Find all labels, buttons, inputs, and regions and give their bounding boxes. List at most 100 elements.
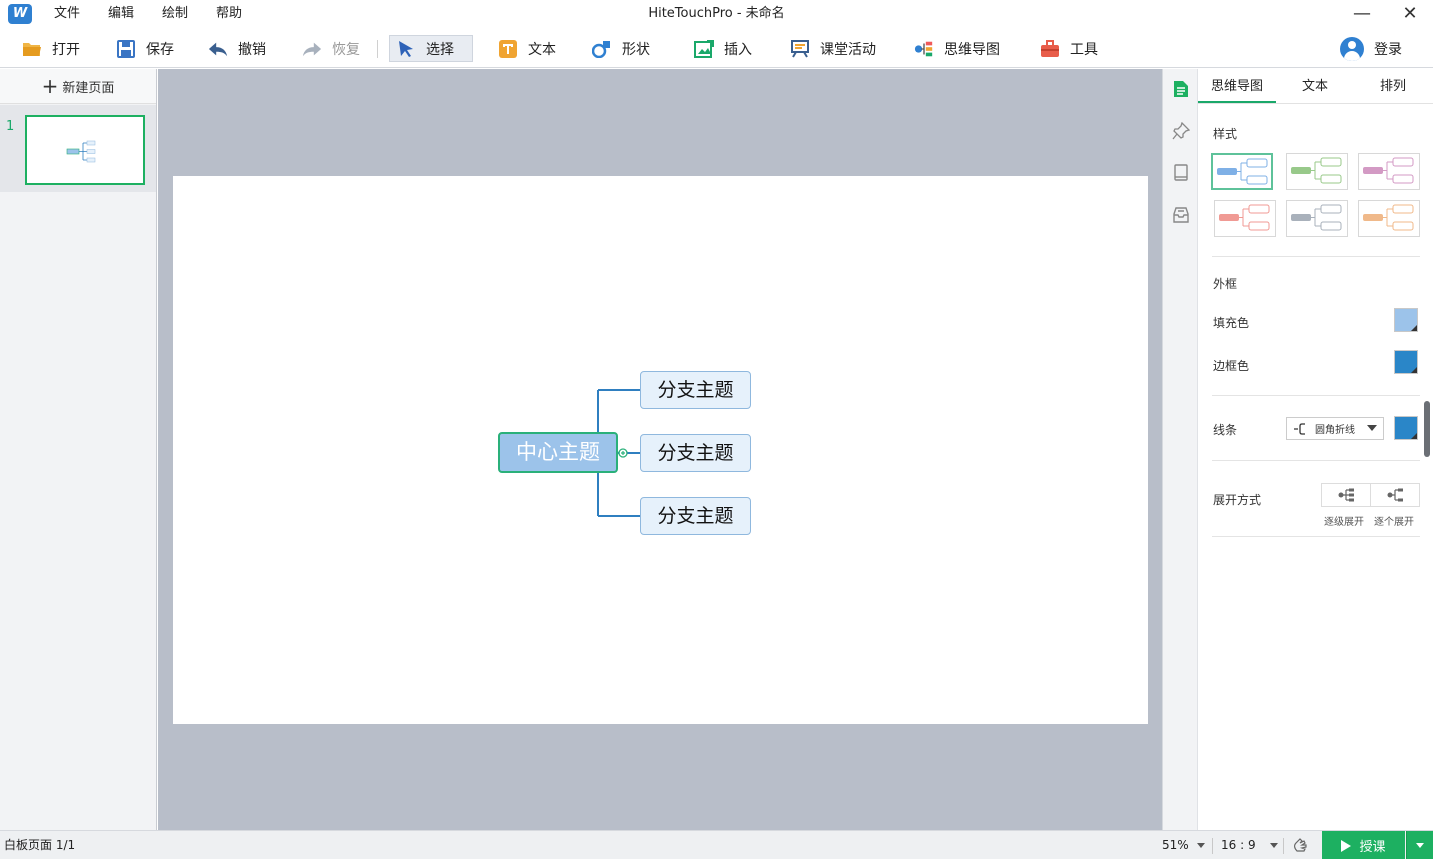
whiteboard-page[interactable]: 中心主题 分支主题 分支主题 分支主题	[173, 176, 1148, 724]
tab-arrange[interactable]: 排列	[1354, 69, 1432, 103]
mindmap-style-swatch[interactable]	[1286, 200, 1348, 237]
select-button[interactable]: 选择	[389, 35, 473, 62]
strip-properties-button[interactable]	[1171, 79, 1191, 99]
tools-button[interactable]: 工具	[1034, 35, 1104, 62]
mindmap-branch-topic-2[interactable]: 分支主题	[640, 434, 751, 472]
aspect-ratio-dropdown[interactable]: 16 : 9	[1221, 831, 1278, 859]
main-toolbar: 打开 保存 撤销 恢复 选择 文本 形状 插入 课堂活动 思维导图 工具 登录	[0, 28, 1433, 68]
new-page-button[interactable]: + 新建页面	[0, 69, 156, 104]
hand-gesture-icon[interactable]	[1292, 836, 1310, 854]
save-button[interactable]: 保存	[110, 35, 180, 62]
mindmap-style-icon	[1217, 158, 1268, 185]
status-separator	[1212, 838, 1213, 854]
page-thumbnail[interactable]	[25, 115, 145, 185]
expand-section-label: 展开方式	[1213, 493, 1262, 507]
teach-label: 授课	[1359, 840, 1386, 855]
select-label: 选择	[426, 41, 454, 58]
title-bar: W 文件 编辑 绘制 帮助 HiteTouchPro - 未命名 — ✕	[0, 0, 1433, 28]
redo-icon	[302, 39, 322, 59]
border-color-label: 边框色	[1213, 359, 1250, 373]
mindmap-style-swatch[interactable]	[1286, 153, 1348, 190]
fill-color-picker[interactable]	[1394, 308, 1418, 332]
properties-tabs: 思维导图 文本 排列	[1198, 69, 1433, 104]
expand-each-button[interactable]	[1370, 483, 1420, 507]
mindmap-button[interactable]: 思维导图	[908, 35, 1006, 62]
status-separator	[1283, 838, 1284, 854]
mindmap-icon	[914, 39, 934, 59]
insert-label: 插入	[724, 41, 752, 58]
teach-options-button[interactable]	[1406, 831, 1433, 859]
tools-label: 工具	[1070, 41, 1098, 58]
insert-image-icon	[694, 39, 714, 59]
mindmap-central-topic[interactable]: 中心主题	[498, 432, 618, 473]
line-color-picker[interactable]	[1394, 416, 1418, 440]
open-button[interactable]: 打开	[16, 35, 86, 62]
text-label: 文本	[528, 41, 556, 58]
activity-button[interactable]: 课堂活动	[784, 35, 882, 62]
menu-help[interactable]: 帮助	[202, 0, 256, 28]
line-section-label: 线条	[1213, 423, 1238, 437]
mindmap-style-swatch[interactable]	[1214, 200, 1276, 237]
page-list-item[interactable]: 1	[0, 105, 156, 192]
frame-section-label: 外框	[1213, 277, 1238, 291]
style-section-label: 样式	[1213, 127, 1238, 141]
mindmap-branch-topic-3[interactable]: 分支主题	[640, 497, 751, 535]
tab-text[interactable]: 文本	[1276, 69, 1354, 103]
line-style-dropdown[interactable]: 圆角折线	[1286, 417, 1384, 440]
zoom-dropdown[interactable]: 51%	[1162, 831, 1205, 859]
pages-panel: + 新建页面 1	[0, 69, 157, 830]
strip-book-button[interactable]	[1171, 163, 1191, 183]
insert-button[interactable]: 插入	[688, 35, 758, 62]
expand-level-icon	[1338, 488, 1354, 502]
strip-pin-button[interactable]	[1171, 121, 1191, 141]
save-label: 保存	[146, 41, 174, 58]
mindmap-style-swatch[interactable]	[1358, 200, 1420, 237]
mindmap-style-swatch[interactable]	[1211, 153, 1273, 190]
mindmap-style-icon	[1291, 204, 1342, 231]
mindmap-style-icon	[1363, 204, 1414, 231]
section-divider	[1212, 460, 1420, 461]
redo-label: 恢复	[332, 41, 360, 58]
menu-edit[interactable]: 编辑	[94, 0, 148, 28]
expand-level-button[interactable]	[1321, 483, 1371, 507]
archive-icon	[1173, 207, 1189, 223]
login-label: 登录	[1374, 41, 1402, 58]
strip-archive-button[interactable]	[1171, 205, 1191, 225]
mindmap-branch-topic-1[interactable]: 分支主题	[640, 371, 751, 409]
menu-file[interactable]: 文件	[40, 0, 94, 28]
teach-button[interactable]: 授课	[1322, 831, 1405, 859]
text-button[interactable]: 文本	[492, 35, 562, 62]
text-icon	[498, 39, 518, 59]
tab-mindmap[interactable]: 思维导图	[1198, 69, 1276, 103]
chevron-down-icon	[1196, 843, 1205, 848]
section-divider	[1212, 536, 1420, 537]
canvas-area[interactable]: 中心主题 分支主题 分支主题 分支主题	[158, 69, 1162, 830]
close-button[interactable]: ✕	[1390, 0, 1430, 28]
shapes-icon	[592, 39, 612, 59]
pin-icon	[1172, 122, 1190, 140]
book-icon	[1174, 164, 1188, 181]
thumbnail-mindmap-icon	[66, 140, 96, 163]
mindmap-style-icon	[1219, 204, 1270, 231]
menu-bar: 文件 编辑 绘制 帮助	[40, 0, 256, 28]
page-info: 白板页面 1/1	[4, 838, 76, 852]
menu-draw[interactable]: 绘制	[148, 0, 202, 28]
mindmap-style-swatch[interactable]	[1358, 153, 1420, 190]
undo-button[interactable]: 撤销	[202, 35, 272, 62]
aspect-ratio-value: 16 : 9	[1221, 838, 1256, 852]
section-divider	[1212, 256, 1420, 257]
mindmap-label: 思维导图	[944, 41, 1000, 58]
zoom-value: 51%	[1162, 838, 1189, 852]
minimize-button[interactable]: —	[1342, 0, 1382, 28]
redo-button[interactable]: 恢复	[296, 35, 366, 62]
line-style-value: 圆角折线	[1315, 425, 1355, 436]
border-color-picker[interactable]	[1394, 350, 1418, 374]
properties-scrollbar[interactable]	[1424, 401, 1430, 457]
fill-color-label: 填充色	[1213, 316, 1250, 330]
shape-button[interactable]: 形状	[586, 35, 656, 62]
document-icon	[1174, 81, 1188, 97]
mindmap-style-icon	[1291, 157, 1342, 184]
shape-label: 形状	[622, 41, 650, 58]
new-page-label: 新建页面	[62, 80, 115, 96]
login-button[interactable]: 登录	[1340, 35, 1402, 62]
